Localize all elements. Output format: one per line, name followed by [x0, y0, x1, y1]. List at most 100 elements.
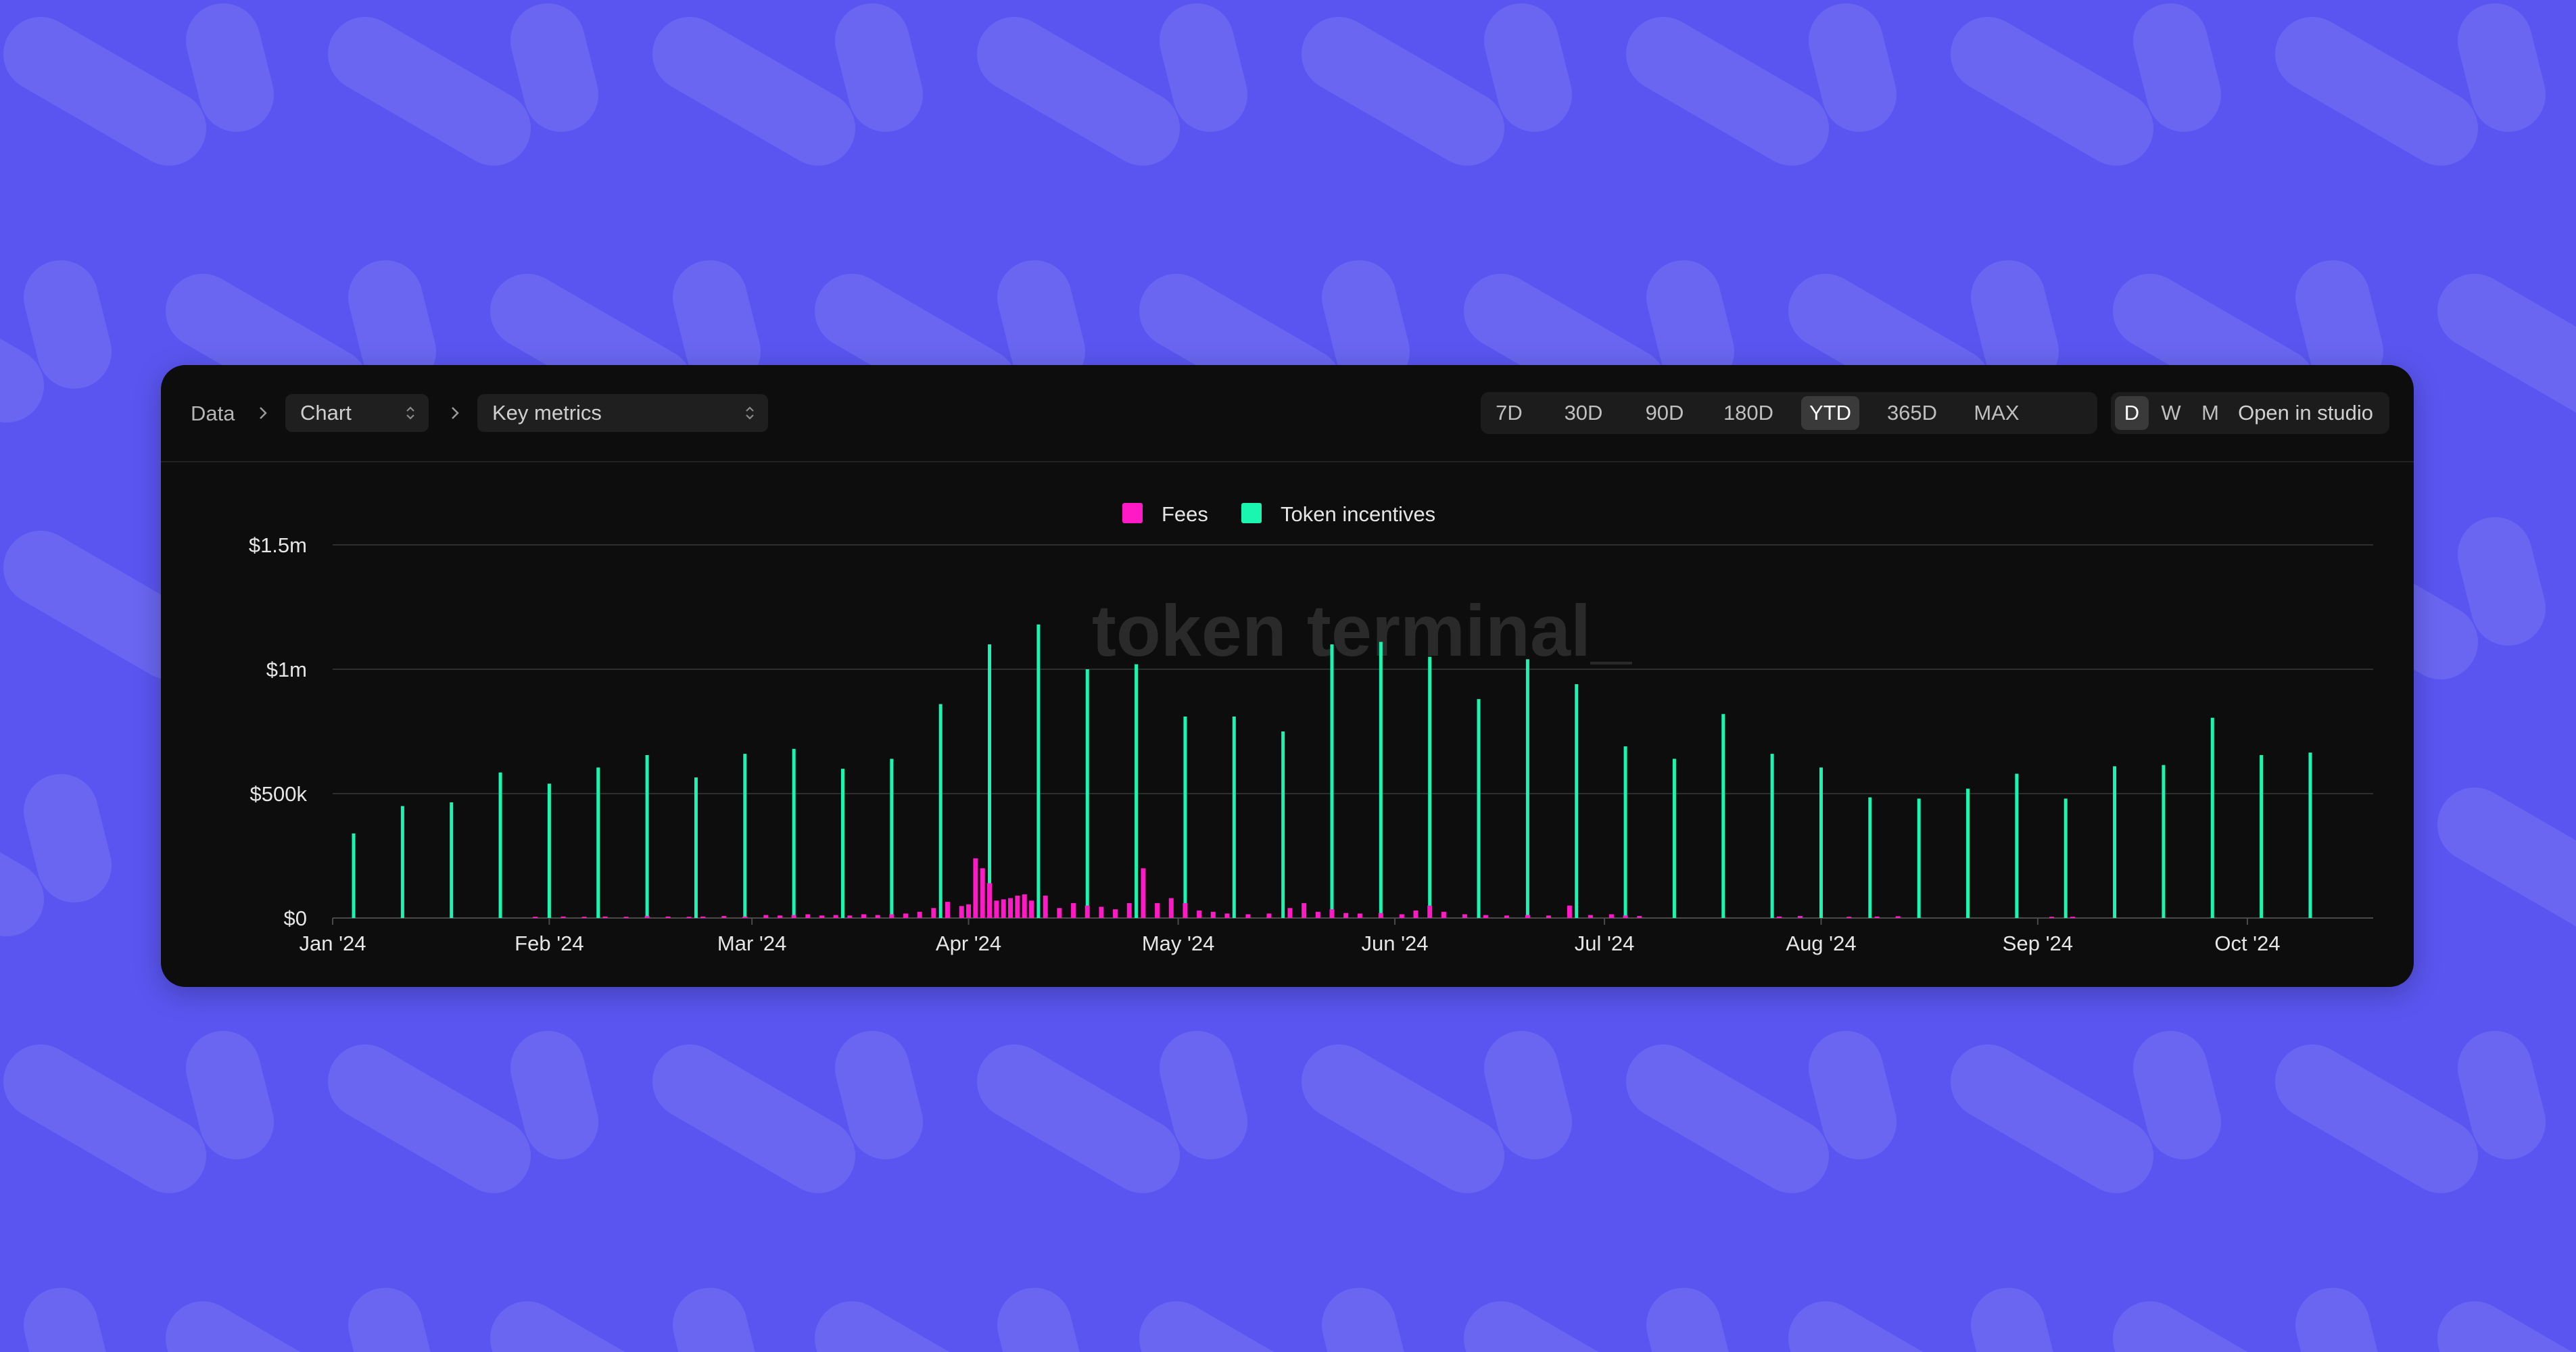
token-incentives-bar — [890, 758, 894, 918]
range-pill-7d[interactable]: 7D — [1485, 396, 1533, 430]
pattern-stroke — [328, 1044, 531, 1193]
watermark-logo: token terminal_ — [1092, 589, 1633, 671]
y-tick-label: $1.5m — [249, 533, 307, 557]
x-tick-label: Jan '24 — [300, 932, 366, 955]
fees-bar — [805, 914, 811, 918]
view-select[interactable]: Chart — [285, 394, 429, 432]
fees-bar — [1210, 911, 1216, 918]
fees-bar — [1141, 868, 1146, 918]
token-incentives-bar — [1477, 699, 1481, 918]
pattern-stroke — [997, 260, 1085, 389]
token-incentives-bar — [2113, 766, 2117, 918]
token-incentives-bar — [1819, 767, 1823, 918]
range-pill-max[interactable]: MAX — [1965, 396, 2028, 430]
fees-bar — [721, 916, 727, 918]
breadcrumb-data[interactable]: Data — [191, 397, 235, 430]
pattern-stroke — [835, 3, 923, 132]
fees-bar — [1413, 910, 1418, 918]
token-incentives-bar — [841, 769, 844, 918]
token-incentives-bar — [2260, 754, 2264, 918]
fees-bar — [1015, 895, 1020, 918]
pattern-stroke — [348, 1288, 431, 1352]
y-tick-label: $0 — [284, 907, 307, 930]
range-pill-ytd[interactable]: YTD — [1801, 396, 1859, 430]
range-pill-90d[interactable]: 90D — [1633, 396, 1696, 430]
pattern-stroke — [1788, 1301, 1924, 1352]
pattern-stroke — [3, 531, 206, 679]
pattern-stroke — [673, 1288, 755, 1352]
fees-bar — [1057, 908, 1062, 918]
pattern-stroke — [1646, 1288, 1729, 1352]
pattern-stroke — [1971, 1288, 2053, 1352]
pattern-stroke — [1322, 260, 1410, 389]
pattern-stroke — [1484, 1031, 1572, 1159]
open-in-studio-button[interactable]: Open in studio — [2222, 392, 2389, 434]
pattern-stroke — [1464, 1301, 1599, 1352]
granularity-pill-d[interactable]: D — [2115, 396, 2149, 430]
token-incentives-bar — [1721, 714, 1725, 918]
fees-bar — [1378, 913, 1383, 918]
time-range-selector: 7D 30D 90D 180D YTD 365D MAX — [1481, 392, 2097, 434]
fees-bar — [1245, 914, 1251, 918]
pattern-stroke — [835, 1031, 923, 1159]
token-incentives-bar — [1428, 656, 1432, 918]
pattern-stroke — [328, 17, 531, 166]
fees-bar — [602, 916, 608, 918]
fees-bar — [2049, 917, 2055, 919]
y-axis: $0 $500k $1m $1.5m — [249, 533, 308, 930]
pattern-stroke — [24, 1288, 106, 1352]
fees-bar — [777, 915, 782, 918]
x-tick-label: Apr '24 — [936, 932, 1001, 955]
y-tick-label: $1m — [266, 658, 307, 681]
pattern-stroke — [1646, 260, 1734, 389]
updown-chevron-icon — [406, 406, 414, 420]
pattern-stroke — [2458, 517, 2546, 646]
fees-bar — [1895, 916, 1901, 918]
legend: Fees Token incentives — [1122, 502, 1435, 526]
metric-select[interactable]: Key metrics — [477, 394, 768, 432]
range-pill-365d[interactable]: 365D — [1878, 396, 1946, 430]
x-tick-label: Aug '24 — [1786, 932, 1856, 955]
token-incentives-bar — [1966, 788, 1970, 918]
token-incentives-bar — [1917, 798, 1921, 918]
token-incentives-bar — [547, 783, 551, 918]
token-incentives-bar — [1085, 669, 1089, 918]
pattern-stroke — [2295, 260, 2383, 389]
view-select-label: Chart — [300, 401, 352, 425]
fees-bar — [1315, 911, 1320, 918]
token-incentives-bar — [743, 754, 747, 918]
fees-bar — [665, 916, 671, 918]
range-pill-180d[interactable]: 180D — [1715, 396, 1782, 430]
pattern-stroke — [3, 1044, 206, 1193]
x-axis: Jan '24 Feb '24 Mar '24 Apr '24 May '24 Jun '… — [300, 918, 2281, 955]
fees-bar — [763, 915, 769, 918]
fees-bar — [1224, 913, 1230, 918]
pattern-stroke — [186, 3, 274, 132]
pattern-stroke — [166, 1301, 301, 1352]
fees-bar — [1441, 911, 1446, 918]
fees-bar — [560, 916, 566, 918]
chevron-right-icon — [452, 407, 459, 419]
pattern-stroke — [186, 1031, 274, 1159]
fees-bar — [1546, 915, 1551, 918]
legend-swatch-token-incentives — [1241, 503, 1262, 523]
fees-bar — [917, 911, 922, 918]
pattern-stroke — [1971, 260, 2059, 389]
fees-bar — [533, 917, 538, 919]
legend-label-token-incentives: Token incentives — [1281, 502, 1435, 526]
granularity-pill-w[interactable]: W — [2154, 396, 2188, 430]
fees-bar — [700, 916, 706, 918]
fees-bar — [1797, 916, 1803, 918]
pattern-stroke — [0, 338, 44, 422]
pattern-stroke — [0, 852, 44, 936]
fees-bar — [833, 915, 838, 918]
token-incentives-bar — [352, 833, 356, 918]
pattern-stroke — [24, 774, 112, 902]
fees-bar — [1343, 913, 1349, 918]
token-incentives-bar — [1379, 642, 1383, 918]
pattern-stroke — [1322, 1288, 1404, 1352]
pattern-stroke — [2437, 788, 2576, 927]
range-pill-30d[interactable]: 30D — [1552, 396, 1615, 430]
pattern-stroke — [2295, 1288, 2378, 1352]
fees-bar — [1504, 915, 1509, 918]
